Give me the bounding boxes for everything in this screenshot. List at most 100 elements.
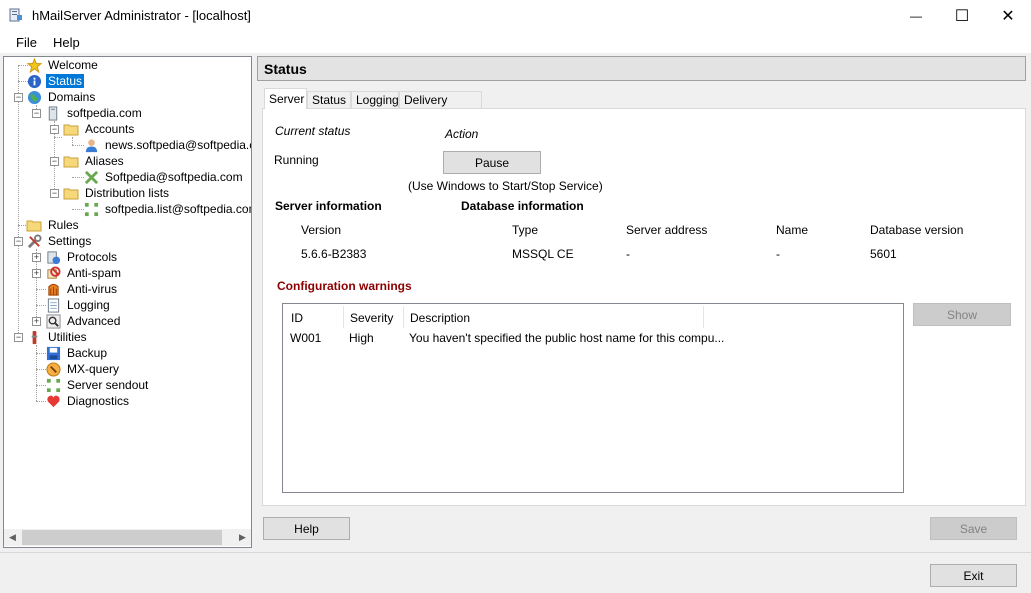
configuration-warnings-heading: Configuration warnings	[277, 279, 412, 293]
close-icon: ✕	[1001, 7, 1015, 25]
tree-item-protocols[interactable]: Protocols	[45, 249, 119, 265]
server-information-heading: Server information	[275, 199, 382, 213]
tree-item-antispam[interactable]: Anti-spam	[45, 265, 123, 281]
help-button[interactable]: Help	[263, 517, 350, 540]
tree-item-domain[interactable]: softpedia.com	[45, 105, 144, 121]
warning-severity: High	[349, 331, 374, 345]
protocols-icon	[45, 249, 61, 265]
backup-icon	[45, 345, 61, 361]
tree-item-settings[interactable]: Settings	[26, 233, 93, 249]
utilities-icon	[26, 329, 42, 345]
database-information-heading: Database information	[461, 199, 584, 213]
utilities-collapse-toggle[interactable]: −	[14, 333, 23, 342]
tree-item-logging[interactable]: Logging	[45, 297, 112, 313]
tools-icon	[26, 233, 42, 249]
menu-file[interactable]: File	[16, 35, 37, 50]
tab-status[interactable]: Status	[307, 91, 351, 108]
db-type-value: MSSQL CE	[512, 247, 574, 261]
tab-delivery-queue[interactable]: Delivery queue	[399, 91, 482, 121]
alias-icon	[83, 169, 99, 185]
tree-item-rules[interactable]: Rules	[26, 217, 81, 233]
maximize-button[interactable]: ☐	[939, 0, 985, 31]
tree-item-status[interactable]: Status	[26, 73, 85, 89]
tree-item-advanced[interactable]: Advanced	[45, 313, 122, 329]
action-label: Action	[445, 127, 479, 141]
protocols-expand-toggle[interactable]: +	[32, 253, 41, 262]
antispam-icon	[45, 265, 61, 281]
tree-item-domains[interactable]: Domains	[26, 89, 97, 105]
service-note: (Use Windows to Start/Stop Service)	[408, 179, 603, 193]
tree-horizontal-scrollbar[interactable]: ◀ ▶	[4, 529, 251, 546]
tree-item-account[interactable]: news.softpedia@softpedia.com	[83, 137, 251, 153]
tree-item-backup[interactable]: Backup	[45, 345, 109, 361]
document-icon	[45, 297, 61, 313]
warning-description: You haven't specified the public host na…	[409, 331, 725, 345]
show-button[interactable]: Show	[913, 303, 1011, 326]
heart-icon	[45, 393, 61, 409]
globe-icon	[26, 89, 42, 105]
info-icon	[26, 73, 42, 89]
antispam-expand-toggle[interactable]: +	[32, 269, 41, 278]
tree-item-utilities[interactable]: Utilities	[26, 329, 89, 345]
save-button[interactable]: Save	[930, 517, 1017, 540]
domains-collapse-toggle[interactable]: −	[14, 93, 23, 102]
hmailserver-app-icon	[9, 8, 22, 22]
current-status-label: Current status	[275, 124, 351, 138]
menu-help[interactable]: Help	[53, 35, 80, 50]
tree-item-distribution-list[interactable]: softpedia.list@softpedia.com	[83, 201, 251, 217]
tree-item-antivirus[interactable]: Anti-virus	[45, 281, 119, 297]
footer-divider	[0, 552, 1031, 553]
tree-item-distribution-lists[interactable]: Distribution lists	[63, 185, 171, 201]
menu-bar: File Help	[0, 31, 1031, 53]
star-icon	[26, 57, 42, 73]
db-name-value: -	[776, 247, 780, 261]
user-icon	[83, 137, 99, 153]
title-bar: hMailServer Administrator - [localhost] …	[0, 0, 1031, 31]
distribution-lists-collapse-toggle[interactable]: −	[50, 189, 59, 198]
server-icon	[45, 105, 61, 121]
settings-collapse-toggle[interactable]: −	[14, 237, 23, 246]
tab-server[interactable]: Server	[264, 88, 307, 109]
pause-button[interactable]: Pause	[443, 151, 541, 174]
navigation-tree[interactable]: − − − − − − + + + − Welcome Status Domai…	[3, 56, 252, 548]
tree-item-diagnostics[interactable]: Diagnostics	[45, 393, 131, 409]
tree-item-accounts[interactable]: Accounts	[63, 121, 136, 137]
aliases-collapse-toggle[interactable]: −	[50, 157, 59, 166]
column-header-id[interactable]: ID	[285, 306, 344, 328]
db-type-label: Type	[512, 223, 539, 237]
column-header-severity[interactable]: Severity	[344, 306, 404, 328]
tree-item-aliases[interactable]: Aliases	[63, 153, 126, 169]
db-server-address-value: -	[626, 247, 630, 261]
minimize-button[interactable]: —	[893, 0, 939, 31]
tree-item-alias[interactable]: Softpedia@softpedia.com	[83, 169, 245, 185]
sendout-icon	[45, 377, 61, 393]
magnifier-icon	[45, 313, 61, 329]
db-version-label: Database version	[870, 223, 964, 237]
scroll-right-icon[interactable]: ▶	[234, 530, 251, 545]
close-button[interactable]: ✕	[985, 0, 1031, 31]
tree-item-mxquery[interactable]: MX-query	[45, 361, 121, 377]
db-version-value: 5601	[870, 247, 897, 261]
version-value: 5.6.6-B2383	[301, 247, 367, 261]
scroll-left-icon[interactable]: ◀	[4, 530, 21, 545]
advanced-expand-toggle[interactable]: +	[32, 317, 41, 326]
configuration-warnings-list[interactable]: ID Severity Description W001 High You ha…	[282, 303, 904, 493]
column-header-description[interactable]: Description	[404, 306, 704, 328]
tree-item-server-sendout[interactable]: Server sendout	[45, 377, 150, 393]
folder-icon	[63, 185, 79, 201]
tree-item-welcome[interactable]: Welcome	[26, 57, 100, 73]
folder-icon	[63, 121, 79, 137]
domain-collapse-toggle[interactable]: −	[32, 109, 41, 118]
maximize-icon: ☐	[954, 7, 970, 25]
tab-logging[interactable]: Logging	[351, 91, 399, 108]
folder-icon	[63, 153, 79, 169]
folder-icon	[26, 217, 42, 233]
minimize-icon: —	[910, 8, 922, 23]
antivirus-icon	[45, 281, 61, 297]
distribution-list-icon	[83, 201, 99, 217]
version-label: Version	[301, 223, 342, 237]
scroll-thumb[interactable]	[22, 530, 222, 545]
page-title: Status	[257, 56, 1026, 81]
exit-button[interactable]: Exit	[930, 564, 1017, 587]
accounts-collapse-toggle[interactable]: −	[50, 125, 59, 134]
